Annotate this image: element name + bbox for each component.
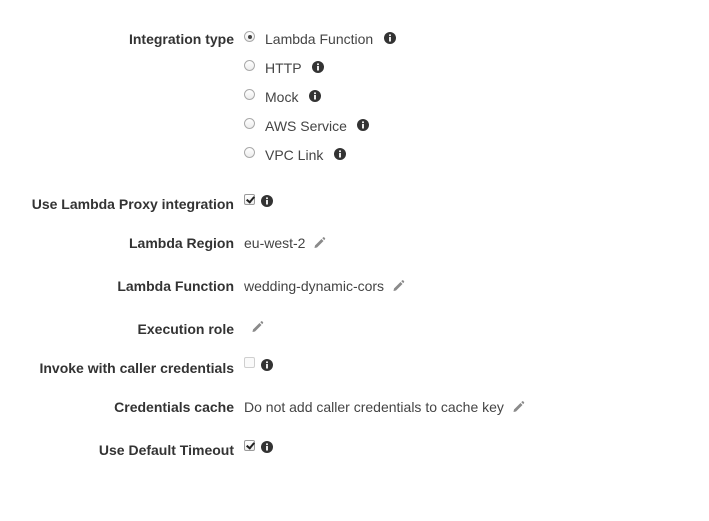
default-timeout-checkbox[interactable]: [244, 440, 255, 451]
lambda-function-label: Lambda Function: [117, 278, 234, 294]
info-icon[interactable]: [312, 61, 324, 73]
pencil-icon[interactable]: [313, 236, 326, 249]
radio-label-lambda-function[interactable]: Lambda Function: [265, 31, 373, 47]
invoke-credentials-label: Invoke with caller credentials: [39, 360, 234, 376]
radio-vpc-link[interactable]: [244, 147, 255, 158]
pencil-icon[interactable]: [512, 400, 525, 413]
radio-label-aws-service[interactable]: AWS Service: [265, 118, 347, 134]
info-icon[interactable]: [309, 90, 321, 102]
info-icon[interactable]: [384, 32, 396, 44]
credentials-cache-value: Do not add caller credentials to cache k…: [244, 399, 504, 415]
pencil-icon[interactable]: [251, 320, 264, 333]
credentials-cache-label: Credentials cache: [114, 399, 234, 415]
integration-type-label: Integration type: [128, 31, 234, 47]
radio-label-http[interactable]: HTTP: [265, 60, 302, 76]
proxy-integration-checkbox[interactable]: [244, 194, 255, 205]
radio-label-vpc-link[interactable]: VPC Link: [265, 147, 323, 163]
proxy-integration-label: Use Lambda Proxy integration: [31, 196, 234, 212]
info-icon[interactable]: [334, 148, 346, 160]
info-icon[interactable]: [261, 441, 273, 453]
lambda-function-value: wedding-dynamic-cors: [244, 278, 385, 294]
radio-aws-service[interactable]: [244, 118, 255, 129]
execution-role-label: Execution role: [137, 321, 234, 337]
radio-label-mock[interactable]: Mock: [265, 89, 298, 105]
invoke-credentials-checkbox[interactable]: [244, 357, 255, 368]
info-icon[interactable]: [261, 359, 273, 371]
radio-http[interactable]: [244, 60, 255, 71]
info-icon[interactable]: [357, 119, 369, 131]
info-icon[interactable]: [261, 195, 273, 207]
pencil-icon[interactable]: [392, 279, 405, 292]
default-timeout-label: Use Default Timeout: [98, 442, 234, 458]
radio-lambda-function[interactable]: [244, 31, 255, 42]
lambda-region-value: eu-west-2: [244, 235, 306, 251]
radio-mock[interactable]: [244, 89, 255, 100]
lambda-region-label: Lambda Region: [128, 235, 234, 251]
